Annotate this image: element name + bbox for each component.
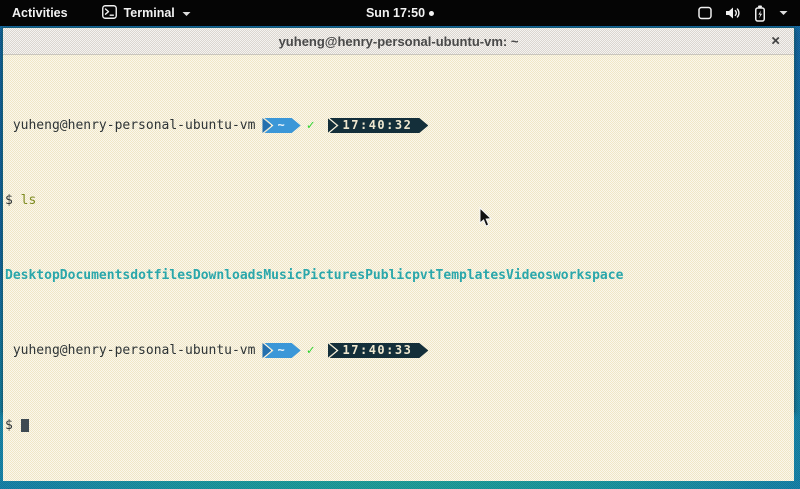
app-menu-label: Terminal [124, 6, 175, 20]
chevron-down-icon [182, 6, 191, 20]
prompt-username: yuheng@henry-personal-ubuntu-vm [5, 118, 255, 133]
close-icon[interactable]: × [771, 34, 780, 49]
directory-item: Downloads [193, 268, 263, 283]
directory-item: Desktop [5, 268, 60, 283]
terminal-window: yuheng@henry-personal-ubuntu-vm: ~ × yuh… [2, 27, 795, 412]
app-menu-terminal[interactable]: Terminal [96, 0, 197, 26]
command-text: ls [21, 193, 37, 208]
battery-charging-icon [754, 5, 766, 22]
window-titlebar[interactable]: yuheng@henry-personal-ubuntu-vm: ~ × [3, 28, 794, 55]
system-status-menu[interactable] [690, 0, 800, 26]
prompt-line: yuheng@henry-personal-ubuntu-vm ~ ✓ 17:4… [5, 343, 792, 358]
directory-item: Documents [60, 268, 130, 283]
clock-label: Sun 17:50 [366, 6, 425, 20]
prompt-line: yuheng@henry-personal-ubuntu-vm ~ ✓ 17:4… [5, 118, 792, 133]
prompt-symbol: $ [5, 193, 13, 208]
directory-item: Templates [436, 268, 506, 283]
directory-item: Pictures [302, 268, 365, 283]
prompt-time-segment: 17:40:32 [330, 118, 429, 133]
notification-dot-icon [429, 11, 434, 16]
directory-item: workspace [553, 268, 623, 283]
current-prompt-line: $ [5, 418, 792, 433]
volume-icon [725, 6, 741, 20]
window-title: yuheng@henry-personal-ubuntu-vm: ~ [279, 34, 519, 49]
terminal-icon [102, 5, 117, 22]
prompt-time-segment: 17:40:33 [330, 343, 429, 358]
directory-item: Public [365, 268, 412, 283]
ls-output: Desktop Documents dotfiles Downloads Mus… [5, 268, 792, 283]
status-check-icon: ✓ [307, 118, 315, 133]
prompt-symbol: $ [5, 418, 13, 433]
directory-item: Videos [506, 268, 553, 283]
status-check-icon: ✓ [307, 343, 315, 358]
command-line: $ ls [5, 193, 792, 208]
directory-item: dotfiles [130, 268, 193, 283]
clock[interactable]: Sun 17:50 [366, 0, 434, 26]
chevron-down-icon [779, 10, 788, 16]
top-bar: Activities Terminal Sun 17:50 [0, 0, 800, 26]
prompt-username: yuheng@henry-personal-ubuntu-vm [5, 343, 255, 358]
directory-item: pvt [412, 268, 435, 283]
terminal-cursor [21, 419, 29, 432]
activities-button[interactable]: Activities [0, 0, 80, 26]
screen-icon [698, 6, 712, 20]
terminal-content[interactable]: yuheng@henry-personal-ubuntu-vm ~ ✓ 17:4… [3, 55, 794, 481]
directory-item: Music [263, 268, 302, 283]
